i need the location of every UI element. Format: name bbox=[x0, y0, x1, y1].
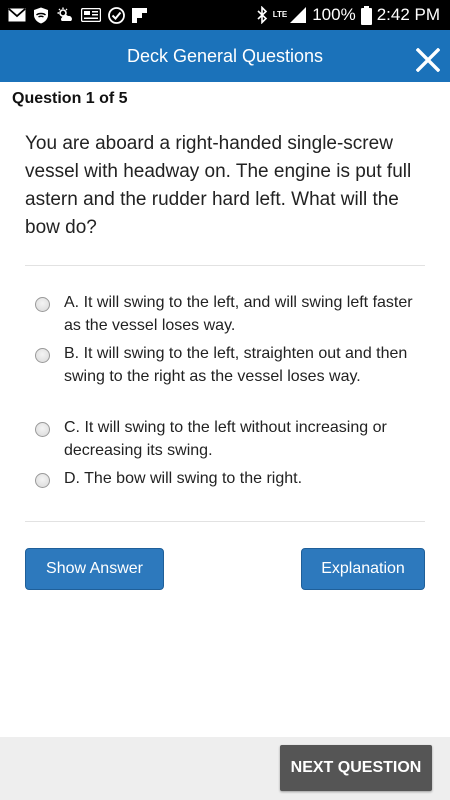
network-type-label: LTE bbox=[272, 10, 288, 19]
explanation-button[interactable]: Explanation bbox=[301, 548, 425, 590]
app-bar: Deck General Questions bbox=[0, 30, 450, 82]
mail-icon bbox=[8, 8, 26, 22]
signal-icon bbox=[289, 6, 307, 24]
radio-button[interactable] bbox=[35, 348, 50, 363]
flipboard-icon bbox=[132, 7, 147, 23]
question-counter: Question 1 of 5 bbox=[12, 90, 128, 107]
question-text: You are aboard a right-handed single-scr… bbox=[25, 133, 412, 238]
footer-bar: NEXT QUESTION bbox=[0, 737, 450, 800]
weather-icon bbox=[56, 7, 74, 23]
notification-icons bbox=[8, 6, 147, 24]
divider-top bbox=[25, 265, 425, 266]
clock: 2:42 PM bbox=[376, 5, 440, 24]
page-title: Deck General Questions bbox=[126, 45, 324, 66]
answer-choice-label: A. It will swing to the left, and will s… bbox=[64, 294, 413, 334]
answer-choice-a[interactable]: A. It will swing to the left, and will s… bbox=[35, 291, 430, 337]
divider-bottom bbox=[25, 521, 425, 522]
shield-icon bbox=[33, 7, 49, 24]
close-icon bbox=[416, 48, 440, 72]
answer-choice-d[interactable]: D. The bow will swing to the right. bbox=[35, 467, 430, 490]
answer-choice-b[interactable]: B. It will swing to the left, straighten… bbox=[35, 342, 430, 388]
answer-choice-c[interactable]: C. It will swing to the left without inc… bbox=[35, 416, 430, 462]
bluetooth-icon bbox=[257, 6, 268, 24]
answer-choice-label: C. It will swing to the left without inc… bbox=[64, 419, 387, 459]
answer-choice-label: B. It will swing to the left, straighten… bbox=[64, 345, 408, 385]
status-bar: LTE 100% 2:42 PM bbox=[0, 0, 450, 30]
news-icon bbox=[81, 8, 101, 22]
radio-button[interactable] bbox=[35, 473, 50, 488]
check-circle-icon bbox=[108, 6, 125, 24]
radio-button[interactable] bbox=[35, 422, 50, 437]
radio-button[interactable] bbox=[35, 297, 50, 312]
close-button[interactable] bbox=[412, 44, 444, 76]
show-answer-button[interactable]: Show Answer bbox=[25, 548, 164, 590]
battery-percent: 100% bbox=[312, 5, 356, 24]
next-question-button[interactable]: NEXT QUESTION bbox=[280, 745, 432, 791]
system-status: LTE 100% 2:42 PM bbox=[257, 5, 440, 25]
battery-icon bbox=[360, 5, 372, 25]
answer-choice-label: D. The bow will swing to the right. bbox=[64, 470, 303, 487]
